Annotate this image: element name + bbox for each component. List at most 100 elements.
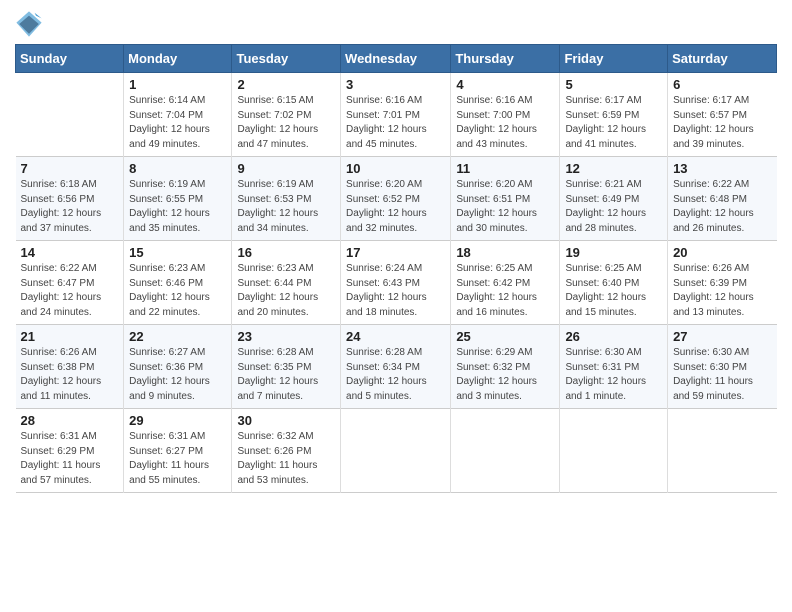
day-info: Sunrise: 6:16 AM Sunset: 7:00 PM Dayligh… xyxy=(456,94,554,152)
calendar-week-row: 14 Sunrise: 6:22 AM Sunset: 6:47 PM Dayli… xyxy=(16,241,777,325)
day-info: Sunrise: 6:26 AM Sunset: 6:39 PM Dayligh… xyxy=(673,262,771,320)
calendar-cell: 1 Sunrise: 6:14 AM Sunset: 7:04 PM Daylig… xyxy=(124,73,232,157)
day-info: Sunrise: 6:23 AM Sunset: 6:44 PM Dayligh… xyxy=(237,262,335,320)
day-number: 26 xyxy=(565,329,662,344)
calendar-cell: 30 Sunrise: 6:32 AM Sunset: 6:26 PM Dayli… xyxy=(232,409,341,493)
header-day-friday: Friday xyxy=(560,45,668,73)
calendar-cell: 11 Sunrise: 6:20 AM Sunset: 6:51 PM Dayli… xyxy=(451,157,560,241)
header-day-wednesday: Wednesday xyxy=(341,45,451,73)
day-info: Sunrise: 6:28 AM Sunset: 6:35 PM Dayligh… xyxy=(237,346,335,404)
day-number: 1 xyxy=(129,77,226,92)
calendar-cell: 7 Sunrise: 6:18 AM Sunset: 6:56 PM Daylig… xyxy=(16,157,124,241)
day-info: Sunrise: 6:17 AM Sunset: 6:59 PM Dayligh… xyxy=(565,94,662,152)
day-info: Sunrise: 6:22 AM Sunset: 6:47 PM Dayligh… xyxy=(21,262,119,320)
calendar-cell xyxy=(560,409,668,493)
calendar-cell: 8 Sunrise: 6:19 AM Sunset: 6:55 PM Daylig… xyxy=(124,157,232,241)
day-number: 2 xyxy=(237,77,335,92)
calendar-cell: 19 Sunrise: 6:25 AM Sunset: 6:40 PM Dayli… xyxy=(560,241,668,325)
day-number: 8 xyxy=(129,161,226,176)
calendar-week-row: 1 Sunrise: 6:14 AM Sunset: 7:04 PM Daylig… xyxy=(16,73,777,157)
day-info: Sunrise: 6:15 AM Sunset: 7:02 PM Dayligh… xyxy=(237,94,335,152)
day-number: 22 xyxy=(129,329,226,344)
day-info: Sunrise: 6:20 AM Sunset: 6:51 PM Dayligh… xyxy=(456,178,554,236)
calendar-header-row: SundayMondayTuesdayWednesdayThursdayFrid… xyxy=(16,45,777,73)
calendar-cell xyxy=(668,409,777,493)
calendar-week-row: 7 Sunrise: 6:18 AM Sunset: 6:56 PM Daylig… xyxy=(16,157,777,241)
day-info: Sunrise: 6:25 AM Sunset: 6:40 PM Dayligh… xyxy=(565,262,662,320)
day-number: 14 xyxy=(21,245,119,260)
day-number: 11 xyxy=(456,161,554,176)
calendar-cell: 26 Sunrise: 6:30 AM Sunset: 6:31 PM Dayli… xyxy=(560,325,668,409)
day-number: 10 xyxy=(346,161,445,176)
calendar-cell: 22 Sunrise: 6:27 AM Sunset: 6:36 PM Dayli… xyxy=(124,325,232,409)
day-number: 20 xyxy=(673,245,771,260)
calendar-cell: 6 Sunrise: 6:17 AM Sunset: 6:57 PM Daylig… xyxy=(668,73,777,157)
day-number: 5 xyxy=(565,77,662,92)
day-info: Sunrise: 6:16 AM Sunset: 7:01 PM Dayligh… xyxy=(346,94,445,152)
day-info: Sunrise: 6:29 AM Sunset: 6:32 PM Dayligh… xyxy=(456,346,554,404)
day-info: Sunrise: 6:31 AM Sunset: 6:27 PM Dayligh… xyxy=(129,430,226,488)
day-info: Sunrise: 6:31 AM Sunset: 6:29 PM Dayligh… xyxy=(21,430,119,488)
day-number: 7 xyxy=(21,161,119,176)
day-info: Sunrise: 6:19 AM Sunset: 6:53 PM Dayligh… xyxy=(237,178,335,236)
calendar-cell: 23 Sunrise: 6:28 AM Sunset: 6:35 PM Dayli… xyxy=(232,325,341,409)
day-number: 15 xyxy=(129,245,226,260)
header-day-saturday: Saturday xyxy=(668,45,777,73)
day-number: 28 xyxy=(21,413,119,428)
calendar-cell: 17Sunrise: 6:24 AM Sunset: 6:43 PM Dayli… xyxy=(341,241,451,325)
calendar-cell: 16 Sunrise: 6:23 AM Sunset: 6:44 PM Dayli… xyxy=(232,241,341,325)
logo xyxy=(15,10,45,38)
day-info: Sunrise: 6:25 AM Sunset: 6:42 PM Dayligh… xyxy=(456,262,554,320)
calendar-cell: 4Sunrise: 6:16 AM Sunset: 7:00 PM Daylig… xyxy=(451,73,560,157)
calendar-cell: 27 Sunrise: 6:30 AM Sunset: 6:30 PM Dayli… xyxy=(668,325,777,409)
day-info: Sunrise: 6:18 AM Sunset: 6:56 PM Dayligh… xyxy=(21,178,119,236)
calendar-week-row: 21Sunrise: 6:26 AM Sunset: 6:38 PM Dayli… xyxy=(16,325,777,409)
day-info: Sunrise: 6:27 AM Sunset: 6:36 PM Dayligh… xyxy=(129,346,226,404)
calendar-cell: 14 Sunrise: 6:22 AM Sunset: 6:47 PM Dayli… xyxy=(16,241,124,325)
day-number: 29 xyxy=(129,413,226,428)
calendar-cell: 12Sunrise: 6:21 AM Sunset: 6:49 PM Dayli… xyxy=(560,157,668,241)
day-number: 19 xyxy=(565,245,662,260)
calendar-cell: 20 Sunrise: 6:26 AM Sunset: 6:39 PM Dayli… xyxy=(668,241,777,325)
header-day-tuesday: Tuesday xyxy=(232,45,341,73)
day-number: 12 xyxy=(565,161,662,176)
calendar-cell: 10 Sunrise: 6:20 AM Sunset: 6:52 PM Dayli… xyxy=(341,157,451,241)
day-info: Sunrise: 6:23 AM Sunset: 6:46 PM Dayligh… xyxy=(129,262,226,320)
day-info: Sunrise: 6:17 AM Sunset: 6:57 PM Dayligh… xyxy=(673,94,771,152)
calendar-week-row: 28 Sunrise: 6:31 AM Sunset: 6:29 PM Dayli… xyxy=(16,409,777,493)
calendar-cell xyxy=(341,409,451,493)
day-info: Sunrise: 6:14 AM Sunset: 7:04 PM Dayligh… xyxy=(129,94,226,152)
calendar-cell xyxy=(451,409,560,493)
page-container: SundayMondayTuesdayWednesdayThursdayFrid… xyxy=(0,0,792,503)
day-number: 27 xyxy=(673,329,771,344)
day-info: Sunrise: 6:22 AM Sunset: 6:48 PM Dayligh… xyxy=(673,178,771,236)
calendar-cell: 2 Sunrise: 6:15 AM Sunset: 7:02 PM Daylig… xyxy=(232,73,341,157)
calendar-cell xyxy=(16,73,124,157)
day-number: 18 xyxy=(456,245,554,260)
day-number: 21 xyxy=(21,329,119,344)
calendar-table: SundayMondayTuesdayWednesdayThursdayFrid… xyxy=(15,44,777,493)
header-day-monday: Monday xyxy=(124,45,232,73)
day-number: 30 xyxy=(237,413,335,428)
day-number: 6 xyxy=(673,77,771,92)
header-day-sunday: Sunday xyxy=(16,45,124,73)
calendar-cell: 15 Sunrise: 6:23 AM Sunset: 6:46 PM Dayli… xyxy=(124,241,232,325)
calendar-cell: 13 Sunrise: 6:22 AM Sunset: 6:48 PM Dayli… xyxy=(668,157,777,241)
calendar-cell: 28 Sunrise: 6:31 AM Sunset: 6:29 PM Dayli… xyxy=(16,409,124,493)
day-info: Sunrise: 6:30 AM Sunset: 6:31 PM Dayligh… xyxy=(565,346,662,404)
calendar-cell: 21Sunrise: 6:26 AM Sunset: 6:38 PM Dayli… xyxy=(16,325,124,409)
calendar-cell: 29 Sunrise: 6:31 AM Sunset: 6:27 PM Dayli… xyxy=(124,409,232,493)
day-info: Sunrise: 6:32 AM Sunset: 6:26 PM Dayligh… xyxy=(237,430,335,488)
calendar-cell: 18 Sunrise: 6:25 AM Sunset: 6:42 PM Dayli… xyxy=(451,241,560,325)
day-number: 23 xyxy=(237,329,335,344)
day-info: Sunrise: 6:19 AM Sunset: 6:55 PM Dayligh… xyxy=(129,178,226,236)
day-info: Sunrise: 6:30 AM Sunset: 6:30 PM Dayligh… xyxy=(673,346,771,404)
day-number: 13 xyxy=(673,161,771,176)
day-info: Sunrise: 6:20 AM Sunset: 6:52 PM Dayligh… xyxy=(346,178,445,236)
day-number: 9 xyxy=(237,161,335,176)
calendar-cell: 5 Sunrise: 6:17 AM Sunset: 6:59 PM Daylig… xyxy=(560,73,668,157)
header-day-thursday: Thursday xyxy=(451,45,560,73)
day-number: 16 xyxy=(237,245,335,260)
logo-icon xyxy=(15,10,43,38)
calendar-cell: 25Sunrise: 6:29 AM Sunset: 6:32 PM Dayli… xyxy=(451,325,560,409)
